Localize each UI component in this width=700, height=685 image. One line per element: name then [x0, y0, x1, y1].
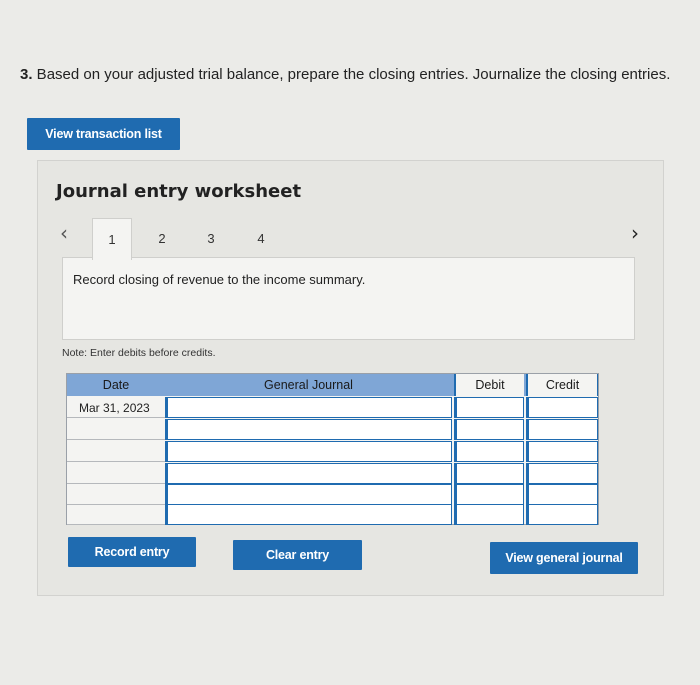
debit-input[interactable] — [454, 419, 524, 440]
journal-table-header: Date General Journal Debit Credit — [67, 374, 598, 396]
date-cell — [67, 504, 165, 525]
account-input[interactable] — [165, 419, 452, 440]
view-general-journal-button[interactable]: View general journal — [490, 542, 638, 574]
table-row — [67, 441, 598, 462]
column-header-credit: Credit — [526, 374, 598, 396]
credit-input[interactable] — [526, 463, 598, 484]
credit-input[interactable] — [526, 397, 598, 418]
journal-entry-worksheet: Journal entry worksheet ‹ › 1 2 3 4 Reco… — [37, 160, 664, 596]
tab-1[interactable]: 1 — [92, 218, 132, 260]
question-body: Based on your adjusted trial balance, pr… — [32, 66, 671, 83]
record-entry-button[interactable]: Record entry — [68, 537, 196, 567]
date-cell — [67, 419, 165, 440]
table-row: Mar 31, 2023 — [67, 397, 598, 418]
tab-2[interactable]: 2 — [142, 218, 182, 258]
table-row — [67, 484, 598, 505]
clear-entry-button[interactable]: Clear entry — [233, 540, 362, 570]
date-cell — [67, 463, 165, 484]
tab-4[interactable]: 4 — [241, 218, 281, 258]
debit-input[interactable] — [454, 484, 524, 505]
entry-description-box: Record closing of revenue to the income … — [62, 257, 635, 340]
question-number: 3. — [20, 66, 33, 83]
credit-input[interactable] — [526, 441, 598, 462]
date-cell: Mar 31, 2023 — [67, 397, 165, 418]
chevron-left-icon[interactable]: ‹ — [60, 221, 68, 245]
worksheet-title: Journal entry worksheet — [56, 181, 302, 202]
debit-input[interactable] — [454, 441, 524, 462]
credit-input[interactable] — [526, 419, 598, 440]
date-cell — [67, 441, 165, 462]
chevron-right-icon[interactable]: › — [631, 221, 639, 245]
table-row — [67, 463, 598, 484]
view-transaction-list-button[interactable]: View transaction list — [27, 118, 180, 150]
date-cell — [67, 484, 165, 505]
account-input[interactable] — [165, 484, 452, 505]
debit-input[interactable] — [454, 504, 524, 525]
account-input[interactable] — [165, 441, 452, 462]
column-header-general-journal: General Journal — [264, 378, 353, 392]
journal-table: Date General Journal Debit Credit Mar 31… — [66, 373, 599, 525]
question-text: 3. Based on your adjusted trial balance,… — [20, 66, 670, 83]
tab-3[interactable]: 3 — [191, 218, 231, 258]
account-input[interactable] — [165, 504, 452, 525]
column-header-date: Date — [102, 378, 130, 392]
column-header-debit: Debit — [454, 374, 524, 396]
account-input[interactable] — [165, 463, 452, 484]
table-row — [67, 504, 598, 525]
entry-note: Note: Enter debits before credits. — [62, 347, 216, 359]
debit-input[interactable] — [454, 397, 524, 418]
credit-input[interactable] — [526, 504, 598, 525]
debit-input[interactable] — [454, 463, 524, 484]
account-input[interactable] — [165, 397, 452, 418]
credit-input[interactable] — [526, 484, 598, 505]
table-row — [67, 419, 598, 440]
entry-description: Record closing of revenue to the income … — [73, 272, 366, 287]
